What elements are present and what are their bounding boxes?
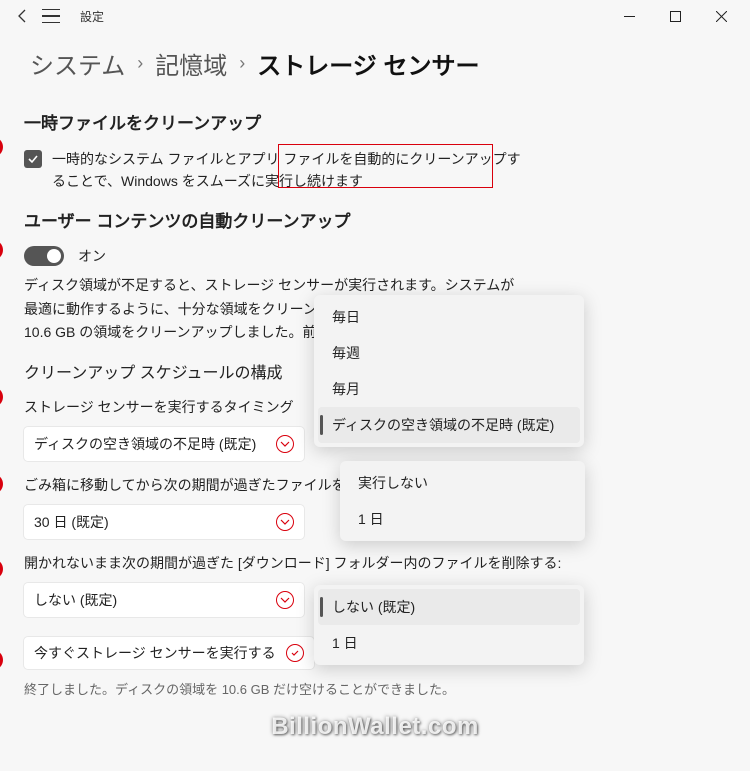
menu-icon[interactable] — [42, 9, 60, 23]
breadcrumb-current: ストレージ センサー — [257, 46, 479, 81]
recycle-option[interactable]: 1 日 — [344, 501, 581, 537]
timing-option-selected[interactable]: ディスクの空き領域の不足時 (既定) — [318, 407, 580, 443]
timing-combobox[interactable]: ディスクの空き領域の不足時 (既定) — [24, 427, 304, 461]
section-temp-files-title: 一時ファイルをクリーンアップ — [24, 109, 720, 134]
run-now-button[interactable]: 今すぐストレージ センサーを実行する — [24, 637, 314, 669]
watermark: BillionWallet.com — [0, 713, 750, 741]
timing-option[interactable]: 毎日 — [318, 299, 580, 335]
minimize-button[interactable] — [606, 0, 652, 32]
chevron-right-icon: › — [137, 53, 143, 74]
chevron-down-icon — [276, 435, 294, 453]
chevron-down-icon — [276, 591, 294, 609]
auto-cleanup-toggle-label: オン — [78, 246, 106, 266]
chevron-right-icon: › — [239, 53, 245, 74]
download-value: しない (既定) — [34, 590, 117, 610]
recycle-dropdown-flyout: 実行しない 1 日 — [340, 461, 585, 541]
timing-option[interactable]: 毎週 — [318, 335, 580, 371]
annotation-badge-3: 3 — [0, 387, 3, 407]
annotation-badge-4: 4 — [0, 474, 3, 494]
temp-files-description: 一時的なシステム ファイルとアプリ ファイルを自動的にクリーンアップすることで、… — [52, 148, 522, 193]
run-result-text: 終了しました。ディスクの領域を 10.6 GB だけ空けることができました。 — [24, 679, 720, 698]
download-combobox[interactable]: しない (既定) — [24, 583, 304, 617]
breadcrumb-system[interactable]: システム — [30, 46, 125, 81]
annotation-badge-2: 2 — [0, 240, 3, 260]
auto-cleanup-toggle[interactable] — [24, 246, 64, 266]
recycle-option[interactable]: 実行しない — [344, 465, 581, 501]
close-button[interactable] — [698, 0, 744, 32]
annotation-badge-1: 1 — [0, 137, 3, 157]
timing-value: ディスクの空き領域の不足時 (既定) — [34, 434, 256, 454]
back-button[interactable] — [14, 7, 32, 25]
titlebar: 設定 — [0, 0, 750, 32]
recycle-value: 30 日 (既定) — [34, 512, 109, 532]
download-label: 開かれないまま次の期間が過ぎた [ダウンロード] フォルダー内のファイルを削除す… — [24, 553, 720, 573]
check-circle-icon — [286, 644, 304, 662]
window-title: 設定 — [80, 8, 104, 25]
temp-files-checkbox[interactable] — [24, 150, 42, 168]
download-dropdown-flyout: しない (既定) 1 日 — [314, 585, 584, 665]
download-option[interactable]: 1 日 — [318, 625, 580, 661]
chevron-down-icon — [276, 513, 294, 531]
run-now-label: 今すぐストレージ センサーを実行する — [34, 643, 276, 663]
maximize-button[interactable] — [652, 0, 698, 32]
timing-option[interactable]: 毎月 — [318, 371, 580, 407]
breadcrumb: システム › 記憶域 › ストレージ センサー — [0, 32, 750, 91]
annotation-badge-5: 5 — [0, 559, 3, 579]
recycle-combobox[interactable]: 30 日 (既定) — [24, 505, 304, 539]
timing-dropdown-flyout: 毎日 毎週 毎月 ディスクの空き領域の不足時 (既定) — [314, 295, 584, 447]
breadcrumb-storage[interactable]: 記憶域 — [155, 46, 227, 81]
section-user-content-title: ユーザー コンテンツの自動クリーンアップ — [24, 207, 720, 232]
annotation-badge-6: 6 — [0, 650, 3, 670]
download-option-selected[interactable]: しない (既定) — [318, 589, 580, 625]
